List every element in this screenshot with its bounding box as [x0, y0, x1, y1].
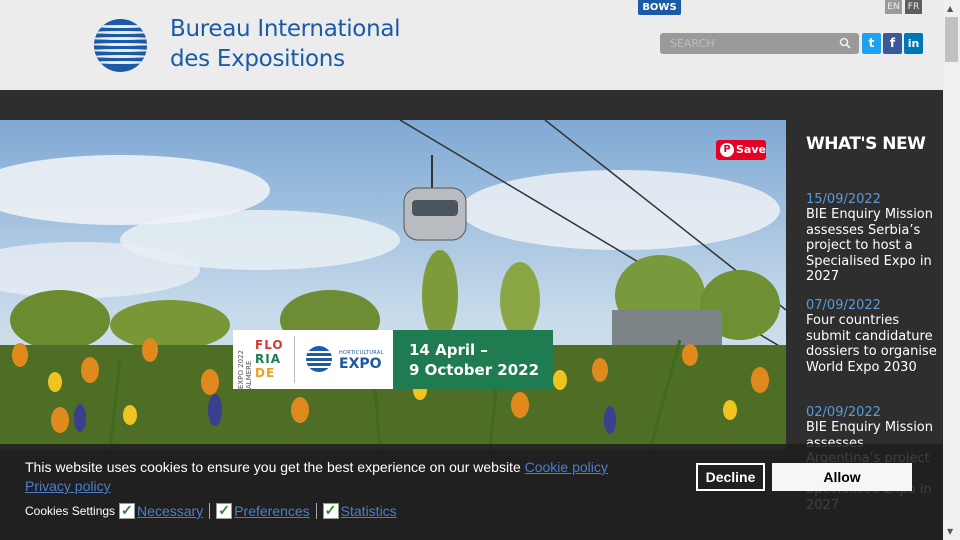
search-box [660, 33, 859, 54]
hero-image[interactable] [0, 120, 786, 450]
logo-line-1: Bureau International [170, 16, 401, 42]
floriade-logo: FLO RIA DE [255, 338, 284, 380]
bie-logo-icon[interactable] [94, 19, 147, 72]
banner-dates: 14 April – 9 October 2022 [409, 340, 539, 380]
news-title[interactable]: Four countries submit candidature dossie… [806, 313, 938, 375]
statistics-checkbox[interactable] [322, 502, 339, 519]
lang-en-link[interactable]: EN [885, 0, 902, 14]
scroll-thumb[interactable] [945, 17, 958, 62]
banner-date-line-2: 9 October 2022 [409, 361, 540, 379]
allow-button[interactable]: Allow [772, 463, 912, 491]
expo-banner[interactable]: EXPO 2022 ALMERE FLO RIA DE HORTICULTURA… [233, 330, 553, 389]
banner-date-panel: 14 April – 9 October 2022 [393, 330, 553, 389]
pinterest-icon: P [720, 143, 734, 157]
linkedin-icon[interactable]: in [904, 33, 923, 54]
floriade-line-2: RIA [255, 352, 281, 366]
bows-link[interactable]: BOWS [638, 0, 681, 15]
banner-date-line-1: 14 April – [409, 341, 488, 359]
hero-photo [0, 120, 786, 450]
cookie-message-text: This website uses cookies to ensure you … [25, 459, 521, 475]
preferences-option[interactable]: Preferences [216, 502, 322, 519]
cookie-message: This website uses cookies to ensure you … [25, 459, 608, 475]
site-header: Bureau International des Expositions BOW… [0, 0, 943, 90]
floriade-line-1: FLO [255, 338, 284, 352]
option-divider [315, 503, 317, 519]
banner-logo-panel: EXPO 2022 ALMERE FLO RIA DE HORTICULTURA… [233, 330, 393, 389]
preferences-label[interactable]: Preferences [234, 503, 309, 519]
nav-band [0, 90, 943, 120]
news-title[interactable]: BIE Enquiry Mission assesses Serbia’s pr… [806, 207, 938, 285]
statistics-option[interactable]: Statistics [322, 502, 403, 519]
necessary-label[interactable]: Necessary [137, 503, 203, 519]
option-divider [209, 503, 211, 519]
bie-small-logo-icon [306, 346, 332, 372]
banner-year-vertical: EXPO 2022 ALMERE [237, 350, 253, 389]
floriade-line-3: DE [255, 366, 276, 380]
whats-new-heading: WHAT'S NEW [806, 134, 926, 154]
expo-label-big: EXPO [339, 356, 382, 372]
logo-line-2: des Expositions [170, 46, 345, 72]
search-input[interactable] [670, 35, 830, 52]
scroll-down-icon[interactable]: ▼ [947, 527, 953, 536]
news-item[interactable]: 15/09/2022 BIE Enquiry Mission assesses … [806, 192, 938, 285]
necessary-option[interactable]: Necessary [119, 502, 216, 519]
cookie-consent-bar: This website uses cookies to ensure you … [0, 444, 943, 540]
statistics-label[interactable]: Statistics [341, 503, 397, 519]
news-date[interactable]: 07/09/2022 [806, 298, 938, 313]
privacy-policy-link[interactable]: Privacy policy [25, 478, 111, 494]
news-item[interactable]: 07/09/2022 Four countries submit candida… [806, 298, 938, 375]
decline-button[interactable]: Decline [696, 463, 765, 491]
page-scrollbar[interactable]: ▲ ▼ [943, 0, 960, 540]
facebook-icon[interactable]: f [883, 33, 902, 54]
preferences-checkbox[interactable] [216, 502, 233, 519]
lang-fr-link[interactable]: FR [905, 0, 922, 14]
news-date[interactable]: 15/09/2022 [806, 192, 938, 207]
twitter-icon[interactable]: t [862, 33, 881, 54]
news-date[interactable]: 02/09/2022 [806, 405, 938, 420]
cookie-policy-link[interactable]: Cookie policy [525, 459, 608, 475]
cookie-settings: Cookies Settings Necessary Preferences S… [25, 502, 403, 519]
expo-label: HORTICULTURAL EXPO [339, 350, 384, 372]
banner-divider [294, 336, 295, 383]
pinterest-save-button[interactable]: P Save [716, 140, 766, 160]
scroll-up-icon[interactable]: ▲ [947, 4, 953, 13]
pinterest-save-label: Save [736, 143, 766, 156]
search-icon[interactable] [839, 37, 851, 49]
site-logo-text[interactable]: Bureau International des Expositions [170, 14, 401, 74]
cookie-settings-label: Cookies Settings [25, 504, 116, 518]
necessary-checkbox[interactable] [119, 502, 136, 519]
